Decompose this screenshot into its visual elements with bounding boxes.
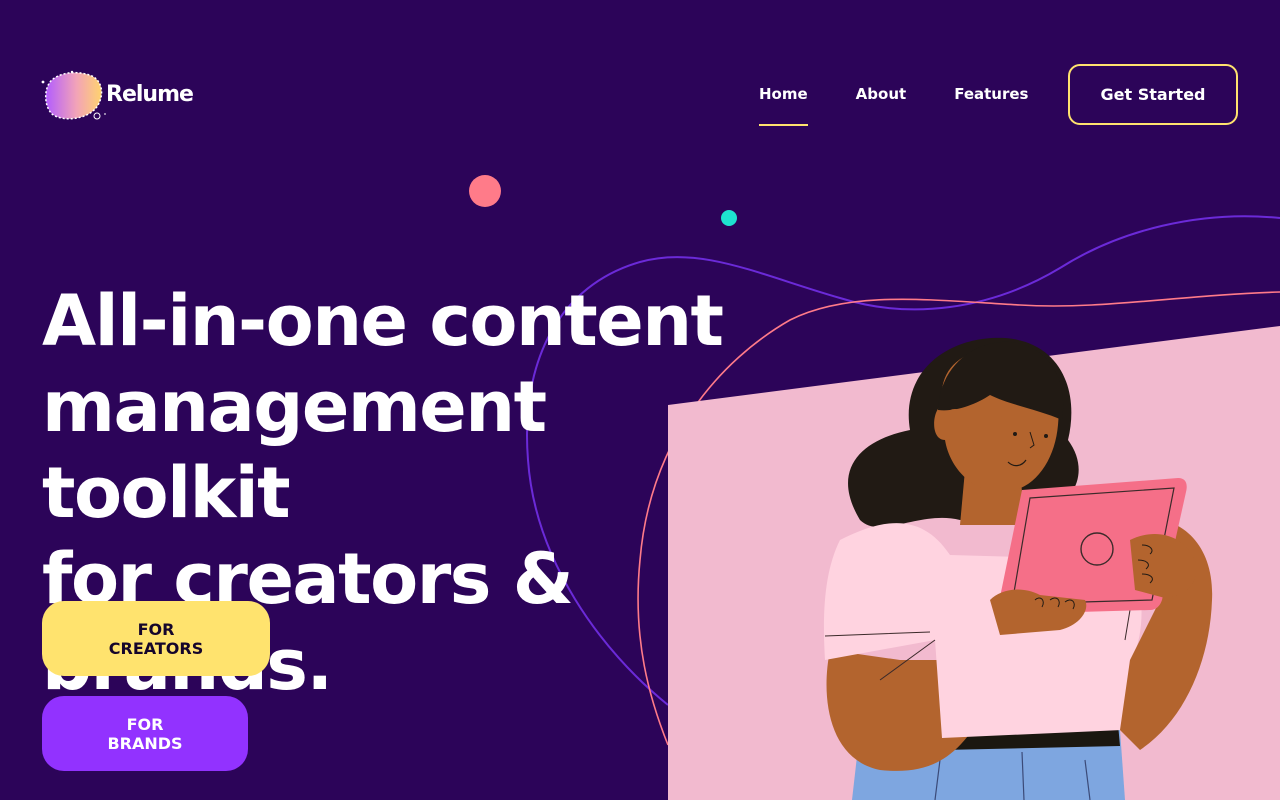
nav-link-features[interactable]: Features bbox=[954, 84, 1028, 104]
blob-logo-icon bbox=[41, 70, 106, 120]
for-brands-button[interactable]: FOR BRANDS bbox=[42, 696, 248, 771]
hero-title-line: All-in-one content bbox=[42, 280, 724, 362]
brand-name: Relume bbox=[106, 82, 194, 107]
teal-dot bbox=[721, 210, 737, 226]
coral-dot bbox=[469, 175, 501, 207]
for-creators-button[interactable]: FOR CREATORS bbox=[42, 601, 270, 676]
nav-link-home[interactable]: Home bbox=[759, 84, 808, 126]
get-started-button[interactable]: Get Started bbox=[1068, 64, 1238, 125]
nav-link-about[interactable]: About bbox=[856, 84, 907, 104]
brand-logo[interactable]: Relume bbox=[40, 68, 194, 124]
hero-title-line: management toolkit bbox=[42, 366, 547, 534]
main-nav: Home About Features bbox=[759, 84, 1076, 126]
